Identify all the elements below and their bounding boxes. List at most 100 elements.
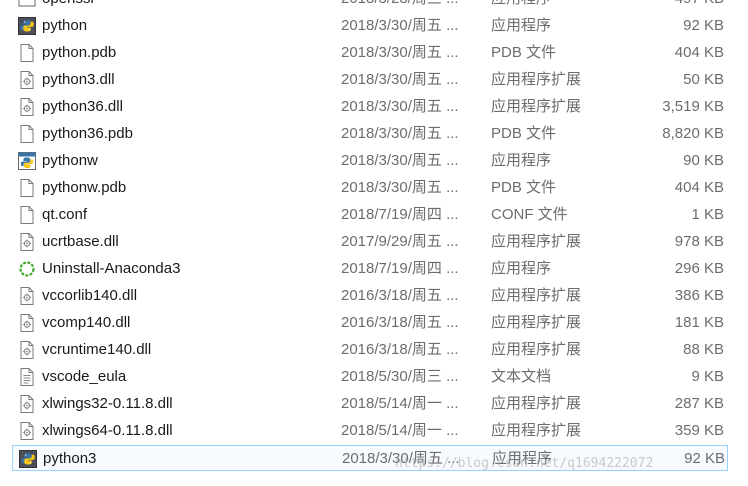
- file-list: openssl2018/3/28/周三 ...应用程序497 KBpython2…: [0, 0, 748, 486]
- file-name: python36.dll: [42, 98, 123, 115]
- file-row[interactable]: vscode_eula 2018/5/30/周三 ... 文本文档 9 KB: [12, 364, 728, 390]
- file-name: xlwings32-0.11.8.dll: [42, 395, 173, 412]
- file-date-modified: 2017/9/29/周五 ...: [341, 233, 459, 250]
- dll-file-icon: [17, 421, 37, 441]
- anaconda-icon: [17, 259, 37, 279]
- file-size: 88 KB: [683, 341, 724, 358]
- file-size: 1 KB: [691, 206, 724, 223]
- file-date-modified: 2018/7/19/周四 ...: [341, 206, 459, 223]
- dll-file-icon: [17, 313, 37, 333]
- file-size: 9 KB: [691, 368, 724, 385]
- file-name: vscode_eula: [42, 368, 127, 385]
- file-name: python36.pdb: [42, 125, 133, 142]
- file-row[interactable]: python 2018/3/30/周五 ... 应用程序 92 KB: [12, 13, 728, 39]
- file-row[interactable]: vcruntime140.dll 2016/3/18/周五 ... 应用程序扩展 88…: [12, 337, 728, 363]
- file-name: python: [42, 17, 88, 34]
- file-name: xlwings64-0.11.8.dll: [42, 422, 173, 439]
- file-row[interactable]: vccorlib140.dll 2016/3/18/周五 ... 应用程序扩展 386…: [12, 283, 728, 309]
- file-size: 8,820 KB: [662, 125, 724, 142]
- file-row[interactable]: pythonw 2018/3/30/周五 ... 应用程序 90 KB: [12, 148, 728, 174]
- file-type: 应用程序: [492, 450, 553, 467]
- file-size: 497 KB: [612, 0, 724, 12]
- file-size: 50 KB: [683, 71, 724, 88]
- dll-file-icon: [17, 340, 37, 360]
- text-file-icon: [17, 367, 37, 387]
- file-name: pythonw: [42, 152, 98, 169]
- file-name: qt.conf: [42, 206, 88, 223]
- file-name: vcruntime140.dll: [42, 341, 152, 358]
- file-row[interactable]: pythonw.pdb 2018/3/30/周五 ... PDB 文件 404 KB: [12, 175, 728, 201]
- file-type: 应用程序扩展: [491, 233, 582, 250]
- file-row[interactable]: openssl 2018/3/28/周三 ... 应用程序497 KB: [12, 0, 728, 12]
- file-date-modified: 2018/3/30/周五 ...: [341, 17, 459, 34]
- blank-file-icon: [17, 205, 37, 225]
- dll-file-icon: [17, 394, 37, 414]
- file-name: pythonw.pdb: [42, 179, 127, 196]
- file-type: 应用程序扩展: [491, 395, 582, 412]
- file-size: 359 KB: [674, 422, 724, 439]
- file-date-modified: 2016/3/18/周五 ...: [341, 341, 459, 358]
- file-size: 296 KB: [674, 260, 724, 277]
- file-date-modified: 2018/3/30/周五 ...: [341, 71, 459, 88]
- file-date-modified: 2016/3/18/周五 ...: [341, 287, 459, 304]
- file-row[interactable]: python.pdb 2018/3/30/周五 ... PDB 文件 404 KB: [12, 40, 728, 66]
- file-date-modified: 2018/3/30/周五 ...: [341, 44, 459, 61]
- blank-file-icon: [17, 43, 37, 63]
- file-date-modified: 2018/3/30/周五 ...: [341, 179, 459, 196]
- file-type: 文本文档: [491, 368, 552, 385]
- dll-file-icon: [17, 286, 37, 306]
- file-date-modified: 2018/3/30/周五 ...: [341, 98, 459, 115]
- file-size: 3,519 KB: [662, 98, 724, 115]
- file-name: python3: [43, 450, 97, 467]
- dll-file-icon: [17, 232, 37, 252]
- file-row[interactable]: ucrtbase.dll 2017/9/29/周五 ... 应用程序扩展 978 KB: [12, 229, 728, 255]
- file-row[interactable]: xlwings64-0.11.8.dll 2018/5/14/周一 ... 应用程序…: [12, 418, 728, 444]
- file-row[interactable]: xlwings32-0.11.8.dll 2018/5/14/周一 ... 应用程序…: [12, 391, 728, 417]
- file-type: 应用程序扩展: [491, 98, 582, 115]
- file-name: openssl: [42, 0, 332, 12]
- file-name: python3.dll: [42, 71, 115, 88]
- file-row[interactable]: python3 2018/3/30/周五 ... 应用程序 92 KB: [12, 445, 728, 471]
- file-row[interactable]: python3.dll 2018/3/30/周五 ... 应用程序扩展 50 KB: [12, 67, 728, 93]
- file-date-modified: 2018/3/28/周三 ...: [341, 0, 481, 12]
- file-name: Uninstall-Anaconda3: [42, 260, 181, 277]
- file-size: 181 KB: [674, 314, 724, 331]
- file-name: python.pdb: [42, 44, 117, 61]
- file-row[interactable]: Uninstall-Anaconda3 2018/7/19/周四 ... 应用程序 2…: [12, 256, 728, 282]
- python-app-icon: [17, 16, 37, 36]
- file-size: 92 KB: [684, 450, 725, 467]
- file-size: 287 KB: [674, 395, 724, 412]
- file-date-modified: 2018/5/14/周一 ...: [341, 395, 459, 412]
- app-icon: [17, 0, 37, 9]
- file-type: 应用程序扩展: [491, 71, 582, 88]
- file-date-modified: 2018/5/30/周三 ...: [341, 368, 459, 385]
- file-type: 应用程序扩展: [491, 314, 582, 331]
- pythonw-app-icon: [17, 151, 37, 171]
- file-size: 404 KB: [674, 44, 724, 61]
- file-date-modified: 2016/3/18/周五 ...: [341, 314, 459, 331]
- file-date-modified: 2018/5/14/周一 ...: [341, 422, 459, 439]
- file-date-modified: 2018/3/30/周五 ...: [341, 125, 459, 142]
- file-type: PDB 文件: [491, 44, 557, 61]
- python-app-icon: [18, 449, 38, 469]
- file-type: 应用程序: [491, 0, 621, 12]
- file-type: 应用程序: [491, 152, 552, 169]
- file-row[interactable]: python36.pdb 2018/3/30/周五 ... PDB 文件 8,820 …: [12, 121, 728, 147]
- file-size: 386 KB: [674, 287, 724, 304]
- file-name: vcomp140.dll: [42, 314, 131, 331]
- file-date-modified: 2018/3/30/周五 ...: [341, 152, 459, 169]
- dll-file-icon: [17, 97, 37, 117]
- file-type: 应用程序扩展: [491, 341, 582, 358]
- blank-file-icon: [17, 124, 37, 144]
- file-date-modified: 2018/3/30/周五 ...: [342, 450, 460, 467]
- file-size: 404 KB: [674, 179, 724, 196]
- blank-file-icon: [17, 178, 37, 198]
- file-type: 应用程序扩展: [491, 287, 582, 304]
- file-name: vccorlib140.dll: [42, 287, 138, 304]
- file-name: ucrtbase.dll: [42, 233, 119, 250]
- dll-file-icon: [17, 70, 37, 90]
- file-type: CONF 文件: [491, 206, 568, 223]
- file-row[interactable]: vcomp140.dll 2016/3/18/周五 ... 应用程序扩展 181 KB: [12, 310, 728, 336]
- file-row[interactable]: qt.conf 2018/7/19/周四 ... CONF 文件 1 KB: [12, 202, 728, 228]
- file-row[interactable]: python36.dll 2018/3/30/周五 ... 应用程序扩展 3,519 …: [12, 94, 728, 120]
